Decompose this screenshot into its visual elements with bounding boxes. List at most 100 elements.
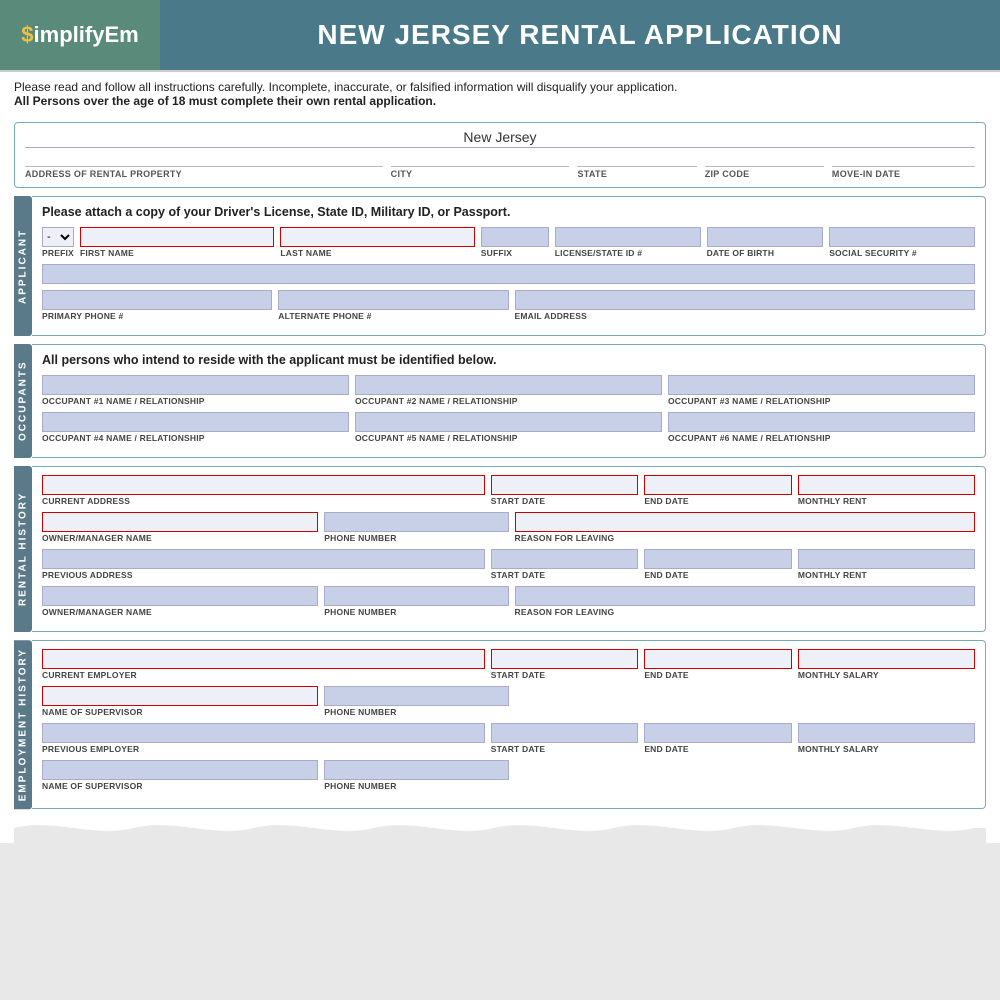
occupants-tab: OCCUPANTS <box>14 344 32 458</box>
emp-end-input[interactable] <box>644 649 792 669</box>
prev-employer-label: PREVIOUS EMPLOYER <box>42 744 485 754</box>
prev-address-label: PREVIOUS ADDRESS <box>42 570 485 580</box>
current-start-label: START DATE <box>491 496 639 506</box>
emp-end-label: END DATE <box>644 670 792 680</box>
prev-emp-salary-label: MONTHLY SALARY <box>798 744 975 754</box>
current-address-field: CURRENT ADDRESS <box>42 475 485 506</box>
primary-phone-label: PRIMARY PHONE # <box>42 311 272 321</box>
prev-rent-label: MONTHLY RENT <box>798 570 975 580</box>
first-name-input[interactable] <box>80 227 274 247</box>
current-rent-field: MONTHLY RENT <box>798 475 975 506</box>
current-end-field: END DATE <box>644 475 792 506</box>
current-address-row: CURRENT ADDRESS START DATE END DATE MONT… <box>42 475 975 506</box>
current-address-input[interactable] <box>42 475 485 495</box>
employment-tab: EMPLOYMENT HISTORY <box>14 640 32 809</box>
emp-end-field: END DATE <box>644 649 792 680</box>
current-rent-input[interactable] <box>798 475 975 495</box>
suffix-label: SUFFIX <box>481 248 549 258</box>
ssn-field: SOCIAL SECURITY # <box>829 227 975 258</box>
property-movein: MOVE-IN DATE <box>832 151 975 179</box>
current-owner-row: OWNER/MANAGER NAME PHONE NUMBER REASON F… <box>42 512 975 543</box>
prev-owner-row: OWNER/MANAGER NAME PHONE NUMBER REASON F… <box>42 586 975 617</box>
notice-line2: All Persons over the age of 18 must comp… <box>14 94 986 108</box>
dob-field: DATE OF BIRTH <box>707 227 824 258</box>
occupants-content: All persons who intend to reside with th… <box>32 344 986 458</box>
current-employer-input[interactable] <box>42 649 485 669</box>
current-owner-input[interactable] <box>42 512 318 532</box>
prefix-label: PREFIX <box>42 248 74 258</box>
last-name-label: LAST NAME <box>280 248 474 258</box>
employment-section: EMPLOYMENT HISTORY CURRENT EMPLOYER STAR… <box>14 640 986 809</box>
property-section: New Jersey ADDRESS OF RENTAL PROPERTY CI… <box>14 122 986 188</box>
current-reason-input[interactable] <box>515 512 976 532</box>
logo: $implifyEm <box>21 22 138 48</box>
license-label: LICENSE/STATE ID # <box>555 248 701 258</box>
rental-history-content: CURRENT ADDRESS START DATE END DATE MONT… <box>32 466 986 632</box>
page-title: NEW JERSEY RENTAL APPLICATION <box>317 19 842 51</box>
last-name-field: LAST NAME <box>280 227 474 258</box>
emp-start-input[interactable] <box>491 649 639 669</box>
prev-start-label: START DATE <box>491 570 639 580</box>
current-start-input[interactable] <box>491 475 639 495</box>
logo-area: $implifyEm <box>0 0 160 70</box>
applicant-section: APPLICANT Please attach a copy of your D… <box>14 196 986 336</box>
current-address-label: CURRENT ADDRESS <box>42 496 485 506</box>
current-start-field: START DATE <box>491 475 639 506</box>
wavy-bottom <box>14 813 986 843</box>
prefix-field: - Mr. Ms. Mrs. Dr. PREFIX <box>42 227 74 258</box>
property-state-field: STATE <box>577 151 696 179</box>
occupant5-label: OCCUPANT #5 NAME / RELATIONSHIP <box>355 433 662 443</box>
suffix-field: SUFFIX <box>481 227 549 258</box>
applicant-row2 <box>42 264 975 284</box>
supervisor-row: NAME OF SUPERVISOR PHONE NUMBER <box>42 686 975 717</box>
emp-salary-input[interactable] <box>798 649 975 669</box>
wavy-svg <box>14 813 986 843</box>
property-state: New Jersey <box>25 129 975 145</box>
property-fields: ADDRESS OF RENTAL PROPERTY CITY STATE ZI… <box>25 147 975 179</box>
prev-emp-end-field: END DATE <box>644 723 792 754</box>
property-address: ADDRESS OF RENTAL PROPERTY <box>25 151 383 179</box>
prev-owner-label: OWNER/MANAGER NAME <box>42 607 318 617</box>
occupant2-label: OCCUPANT #2 NAME / RELATIONSHIP <box>355 396 662 406</box>
prev-emp-end-label: END DATE <box>644 744 792 754</box>
prev-employer-row: PREVIOUS EMPLOYER START DATE END DATE MO… <box>42 723 975 754</box>
occupant4: OCCUPANT #4 NAME / RELATIONSHIP <box>42 412 349 443</box>
prefix-select[interactable]: - Mr. Ms. Mrs. Dr. <box>42 227 74 247</box>
ssn-wide-field <box>42 264 975 284</box>
prev-supervisor-row: NAME OF SUPERVISOR PHONE NUMBER <box>42 760 975 791</box>
prev-start-field: START DATE <box>491 549 639 580</box>
prev-emp-start-field: START DATE <box>491 723 639 754</box>
last-name-input[interactable] <box>280 227 474 247</box>
ssn-label: SOCIAL SECURITY # <box>829 248 975 258</box>
occupant2: OCCUPANT #2 NAME / RELATIONSHIP <box>355 375 662 406</box>
occupant1-label: OCCUPANT #1 NAME / RELATIONSHIP <box>42 396 349 406</box>
occupants-section: OCCUPANTS All persons who intend to resi… <box>14 344 986 458</box>
supervisor-phone-label: PHONE NUMBER <box>324 707 508 717</box>
header: $implifyEm NEW JERSEY RENTAL APPLICATION <box>0 0 1000 72</box>
occupant5: OCCUPANT #5 NAME / RELATIONSHIP <box>355 412 662 443</box>
prev-supervisor-phone-label: PHONE NUMBER <box>324 781 508 791</box>
email-label: EMAIL ADDRESS <box>515 311 976 321</box>
occupants-intro: All persons who intend to reside with th… <box>42 353 975 367</box>
prev-supervisor-phone-field: PHONE NUMBER <box>324 760 508 791</box>
rental-history-tab: RENTAL HISTORY <box>14 466 32 632</box>
applicant-row3: PRIMARY PHONE # ALTERNATE PHONE # EMAIL … <box>42 290 975 321</box>
occupant4-label: OCCUPANT #4 NAME / RELATIONSHIP <box>42 433 349 443</box>
license-field: LICENSE/STATE ID # <box>555 227 701 258</box>
current-phone-field: PHONE NUMBER <box>324 512 508 543</box>
prev-emp-start-label: START DATE <box>491 744 639 754</box>
current-phone-label: PHONE NUMBER <box>324 533 508 543</box>
current-owner-label: OWNER/MANAGER NAME <box>42 533 318 543</box>
notice-line1: Please read and follow all instructions … <box>14 80 986 94</box>
prev-reason-label: REASON FOR LEAVING <box>515 607 976 617</box>
current-employer-field: CURRENT EMPLOYER <box>42 649 485 680</box>
prev-end-field: END DATE <box>644 549 792 580</box>
supervisor-input[interactable] <box>42 686 318 706</box>
current-employer-row: CURRENT EMPLOYER START DATE END DATE MON… <box>42 649 975 680</box>
current-end-input[interactable] <box>644 475 792 495</box>
supervisor-phone-field: PHONE NUMBER <box>324 686 508 717</box>
occupant1: OCCUPANT #1 NAME / RELATIONSHIP <box>42 375 349 406</box>
email-field: EMAIL ADDRESS <box>515 290 976 321</box>
current-owner-field: OWNER/MANAGER NAME <box>42 512 318 543</box>
prev-address-row: PREVIOUS ADDRESS START DATE END DATE MON… <box>42 549 975 580</box>
